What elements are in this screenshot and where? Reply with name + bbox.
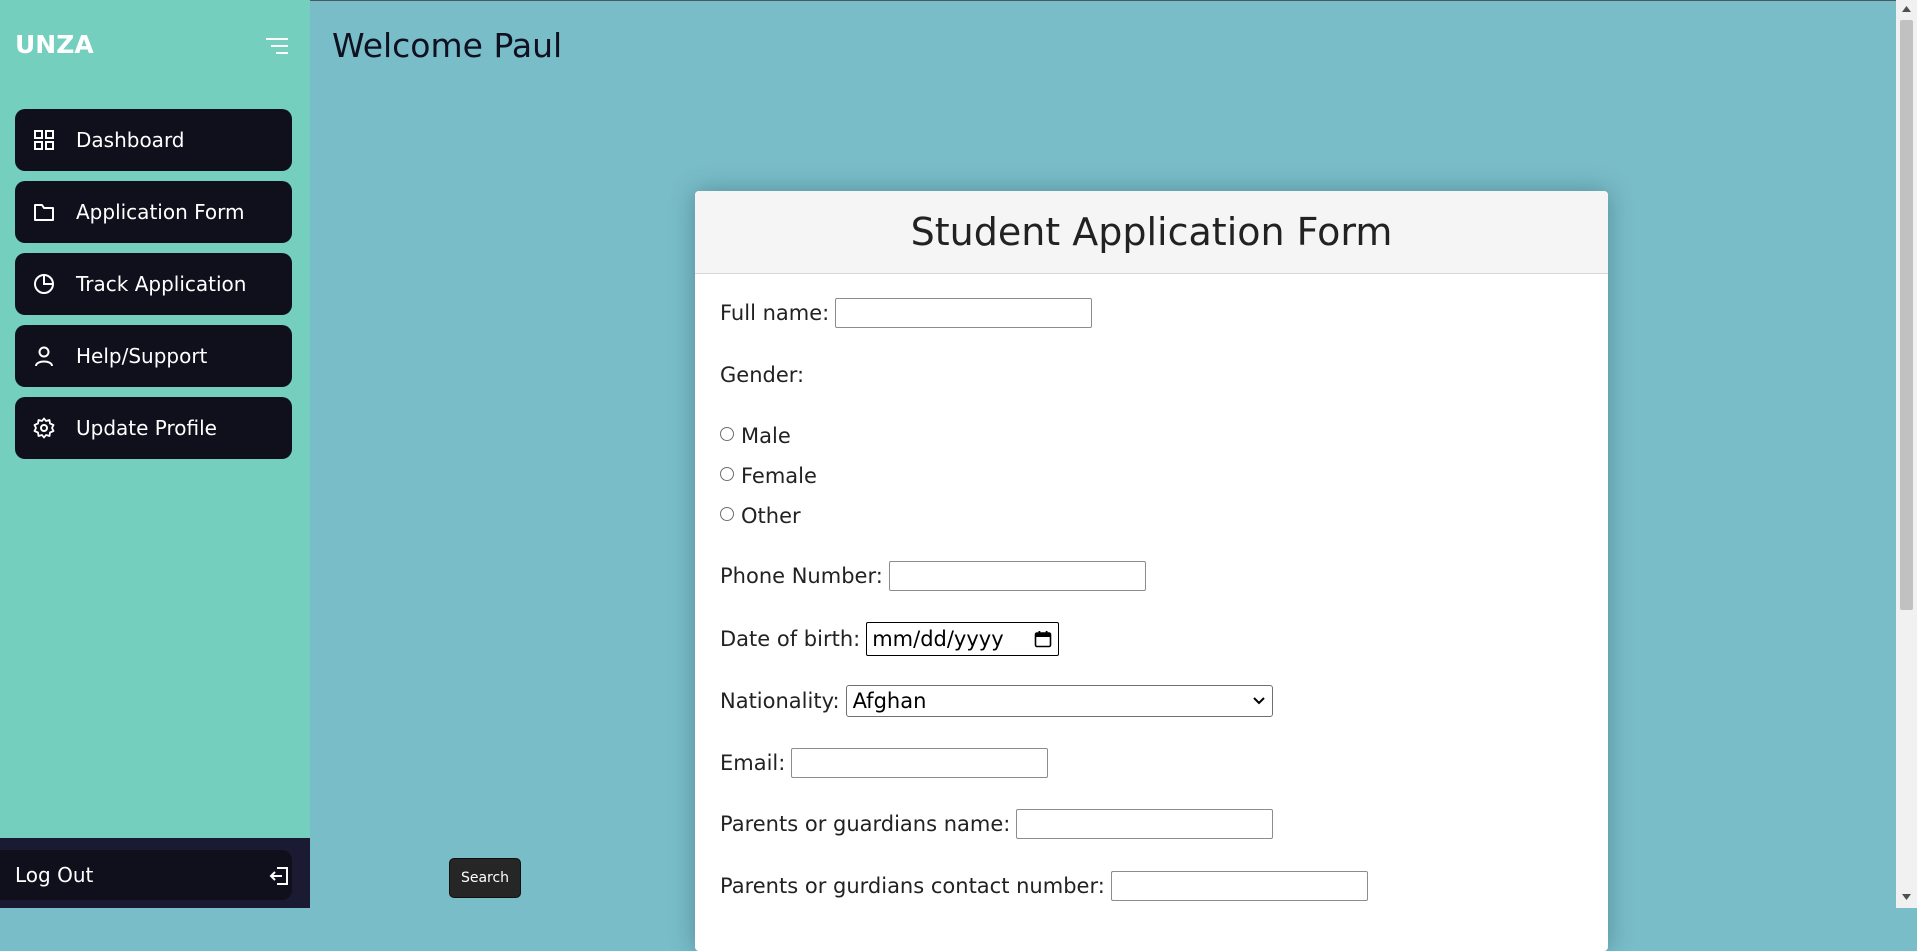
logout-icon <box>269 867 288 885</box>
other-radio[interactable] <box>720 507 734 521</box>
page-title: Welcome Paul <box>332 26 563 65</box>
sidebar-item-label: Dashboard <box>76 128 185 152</box>
sidebar-item-application-form[interactable]: Application Form <box>15 181 292 243</box>
dob-label: Date of birth: <box>720 627 861 651</box>
female-radio[interactable] <box>720 467 734 481</box>
female-label: Female <box>741 464 817 488</box>
sidebar-item-dashboard[interactable]: Dashboard <box>15 109 292 171</box>
scroll-down-arrow-icon[interactable] <box>1901 893 1912 901</box>
logout-bar: Log Out <box>0 838 310 908</box>
sidebar-nav: Dashboard Application Form Track Applica… <box>15 109 292 469</box>
gender-option-male[interactable]: Male <box>720 424 791 448</box>
gender-option-female[interactable]: Female <box>720 464 817 488</box>
male-label: Male <box>741 424 791 448</box>
phone-input[interactable] <box>888 561 1146 591</box>
full-name-label: Full name: <box>720 301 830 325</box>
logout-label: Log Out <box>15 863 94 887</box>
other-label: Other <box>741 504 801 528</box>
nationality-select[interactable]: Afghan <box>845 685 1273 717</box>
sidebar-item-help-support[interactable]: Help/Support <box>15 325 292 387</box>
pie-chart-icon <box>34 274 54 294</box>
menu-toggle-icon[interactable] <box>266 36 290 56</box>
search-button[interactable]: Search <box>449 858 521 898</box>
male-radio[interactable] <box>720 427 734 441</box>
phone-label: Phone Number: <box>720 564 883 588</box>
scrollbar-thumb[interactable] <box>1900 20 1913 610</box>
sidebar-item-label: Track Application <box>76 272 247 296</box>
sidebar-item-track-application[interactable]: Track Application <box>15 253 292 315</box>
gender-field: Gender: <box>720 363 810 387</box>
application-form-card: Student Application Form Full name: Gend… <box>695 191 1608 951</box>
grid-icon <box>34 130 54 150</box>
gender-option-other[interactable]: Other <box>720 504 801 528</box>
nationality-value: Afghan <box>852 689 927 713</box>
scrollbar[interactable] <box>1896 0 1917 908</box>
sidebar-item-update-profile[interactable]: Update Profile <box>15 397 292 459</box>
dob-placeholder: mm/dd/yyyy <box>872 627 1004 651</box>
dob-field: Date of birth: mm/dd/yyyy <box>720 622 1060 656</box>
email-input[interactable] <box>791 748 1049 778</box>
form-title: Student Application Form <box>910 210 1393 254</box>
top-border <box>310 0 1896 1</box>
full-name-input[interactable] <box>835 298 1093 328</box>
guardian-name-field: Parents or guardians name: <box>720 809 1274 839</box>
sidebar-item-label: Help/Support <box>76 344 208 368</box>
email-label: Email: <box>720 751 786 775</box>
sidebar: UNZA Dashboard Application Form Track Ap… <box>0 0 310 908</box>
sidebar-item-label: Application Form <box>76 200 245 224</box>
nationality-field: Nationality: Afghan <box>720 685 1273 717</box>
form-header: Student Application Form <box>695 191 1608 274</box>
logout-button[interactable]: Log Out <box>0 850 292 900</box>
dob-input[interactable]: mm/dd/yyyy <box>866 622 1060 656</box>
brand-logo: UNZA <box>15 30 94 59</box>
sidebar-item-label: Update Profile <box>76 416 217 440</box>
guardian-name-input[interactable] <box>1016 809 1274 839</box>
full-name-field: Full name: <box>720 298 1093 328</box>
scroll-up-arrow-icon[interactable] <box>1901 5 1912 13</box>
gender-label: Gender: <box>720 363 805 387</box>
guardian-contact-label: Parents or gurdians contact number: <box>720 874 1105 898</box>
phone-field: Phone Number: <box>720 561 1146 591</box>
folder-icon <box>34 204 54 221</box>
guardian-contact-field: Parents or gurdians contact number: <box>720 871 1368 901</box>
email-field: Email: <box>720 748 1049 778</box>
chevron-down-icon <box>1252 697 1265 705</box>
guardian-name-label: Parents or guardians name: <box>720 812 1011 836</box>
user-icon <box>35 346 53 367</box>
nationality-label: Nationality: <box>720 689 840 713</box>
guardian-contact-input[interactable] <box>1110 871 1368 901</box>
calendar-icon[interactable] <box>1034 630 1052 648</box>
gear-icon <box>33 417 55 439</box>
